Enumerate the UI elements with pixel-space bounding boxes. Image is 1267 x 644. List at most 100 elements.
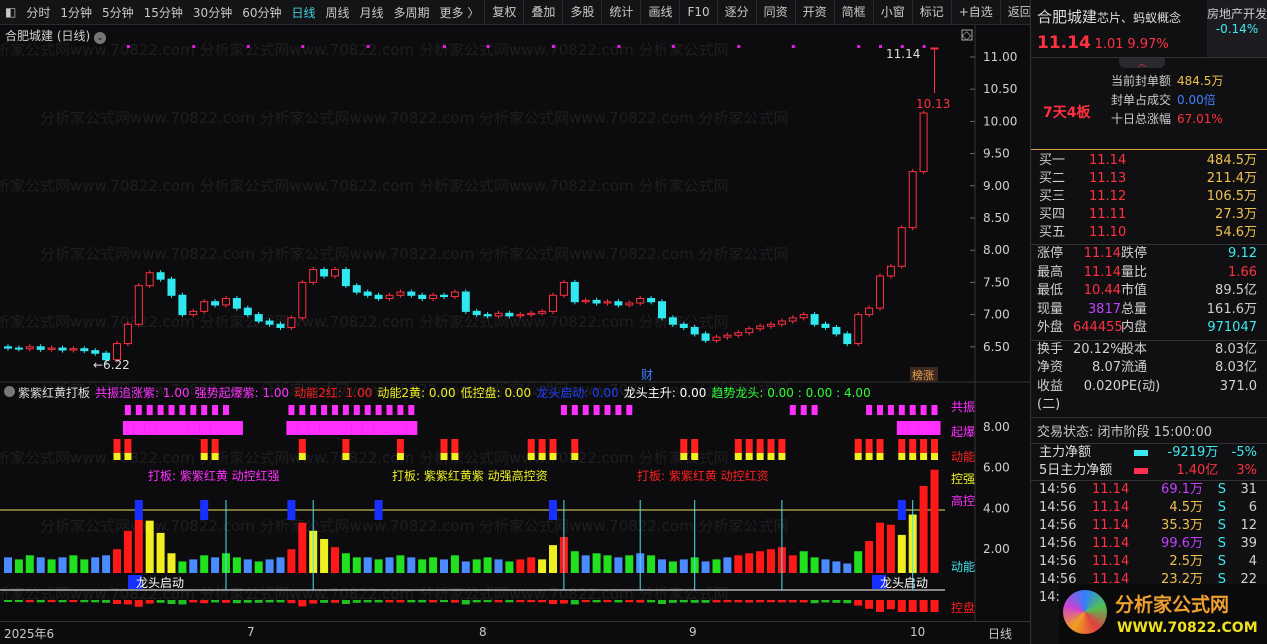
momentum-mark-yellow	[745, 453, 753, 460]
breakout-mark	[166, 421, 178, 435]
control-bar	[102, 600, 111, 603]
control-bar	[581, 600, 590, 603]
sidebar-toggle-icon[interactable]: ◧	[0, 5, 21, 19]
control-bar	[505, 600, 514, 603]
indicator-series-label: 起爆	[951, 425, 975, 439]
candle	[200, 299, 209, 314]
toolbar-button[interactable]: 叠加	[523, 0, 562, 25]
toolbar-button[interactable]: F10	[679, 0, 716, 25]
toolbar-button[interactable]: 多股	[562, 0, 601, 25]
momentum-mark-yellow	[898, 453, 906, 460]
capital-flow-row: 主力净额 -9219万 -5%	[1039, 444, 1257, 460]
energy-bar	[483, 557, 492, 573]
control-bar	[570, 600, 579, 605]
concept-tags[interactable]: 芯片、蚂蚁概念	[1097, 11, 1181, 25]
control-bar	[701, 600, 710, 603]
toolbar-button[interactable]: 简框	[833, 0, 873, 25]
resonance-mark	[332, 405, 338, 415]
control-bar	[919, 600, 928, 612]
seal-row: 当前封单额 484.5万	[1111, 74, 1224, 88]
toolbar-button[interactable]: 逐分	[716, 0, 756, 25]
resonance-mark	[299, 405, 306, 415]
control-bar	[516, 600, 525, 603]
finance-marker[interactable]: 财	[641, 368, 653, 382]
stat-value: 8.03亿	[1215, 341, 1257, 357]
resonance-mark	[887, 405, 894, 415]
period-tab[interactable]: 多周期	[389, 4, 435, 21]
indicator-legend-item: 强势起爆紫: 1.00	[194, 386, 290, 400]
period-tab[interactable]: 周线	[321, 4, 355, 21]
candle	[418, 292, 427, 302]
period-tab[interactable]: 分时	[21, 4, 55, 21]
control-bar	[429, 600, 438, 603]
bid-row: 买三 11.12 106.5万	[1039, 189, 1257, 204]
momentum-mark-yellow	[734, 453, 742, 460]
energy-bar	[418, 559, 427, 573]
control-bar	[276, 600, 285, 603]
toolbar-button[interactable]: 开资	[794, 0, 834, 25]
energy-bar	[287, 549, 296, 573]
resonance-mark	[353, 405, 360, 415]
momentum-mark	[898, 439, 906, 453]
toolbar-button[interactable]: 小窗	[872, 0, 912, 25]
candle	[614, 299, 623, 308]
period-tab[interactable]: 更多 〉	[435, 4, 485, 21]
control-bar	[679, 600, 688, 603]
control-bar	[254, 600, 263, 603]
period-tab[interactable]: 15分钟	[139, 4, 188, 21]
energy-bar	[331, 547, 339, 573]
price-tick: 7.00	[983, 308, 1010, 322]
price-tick: 9.50	[983, 147, 1010, 161]
period-tab[interactable]: 1分钟	[55, 4, 97, 21]
control-bar	[821, 600, 830, 603]
toolbar-button[interactable]: 标记	[911, 0, 951, 25]
trade-status: 交易状态: 闭市阶段 15:00:00	[1031, 418, 1267, 444]
period-label[interactable]: 日线	[988, 625, 1012, 642]
sector-badge[interactable]: 房地产开发 -0.14%	[1207, 0, 1267, 57]
seal-row: 封单占成交 0.00倍	[1111, 93, 1216, 107]
momentum-mark-yellow	[200, 453, 208, 460]
signal-dot	[301, 45, 305, 48]
control-bar	[25, 600, 34, 603]
period-tab[interactable]: 60分钟	[237, 4, 286, 21]
energy-bar	[298, 522, 307, 573]
period-tab[interactable]: 月线	[355, 4, 389, 21]
breakout-mark	[384, 421, 396, 435]
collapse-icon[interactable]: ︿	[1119, 58, 1165, 68]
energy-bar	[102, 555, 111, 573]
toolbar-button[interactable]: 复权	[484, 0, 523, 25]
stat-label: 总量	[1121, 301, 1148, 317]
chevron-down-icon[interactable]	[4, 386, 15, 397]
kline-chart[interactable]: 分析家公式网www.70822.com 分析家公式网www.70822.com …	[0, 25, 1030, 621]
period-tab[interactable]: 5分钟	[97, 4, 139, 21]
candle	[352, 283, 361, 295]
candle	[341, 266, 350, 289]
control-bar	[810, 600, 819, 604]
stat-value: 971047	[1207, 320, 1257, 335]
energy-bar	[897, 534, 906, 573]
breakout-mark	[122, 421, 134, 435]
energy-bar	[232, 557, 241, 573]
toolbar-button[interactable]: 同资	[755, 0, 795, 25]
momentum-mark-yellow	[931, 453, 938, 460]
period-tab[interactable]: 30分钟	[188, 4, 237, 21]
candle	[919, 110, 928, 175]
energy-bar	[363, 557, 372, 573]
candle	[91, 348, 100, 356]
indicator-name[interactable]: 紫紫红黄打板	[18, 386, 90, 400]
control-bar	[854, 600, 863, 606]
resonance-mark	[157, 405, 164, 415]
candle	[232, 295, 241, 311]
watermark: 分析家公式网www.70822.com 分析家公式网www.70822.com …	[0, 313, 728, 331]
control-bar	[723, 600, 732, 603]
energy-bar	[58, 557, 67, 573]
toolbar-button[interactable]: 画线	[640, 0, 679, 25]
energy-bar	[461, 561, 470, 573]
candle	[123, 321, 132, 347]
toolbar-button[interactable]: 统计	[601, 0, 640, 25]
period-tab[interactable]: 日线	[286, 4, 320, 21]
control-bar	[200, 600, 209, 604]
ranking-badge[interactable]: 榜涨	[912, 368, 934, 382]
breakout-mark	[351, 421, 363, 435]
toolbar-button[interactable]: +自选	[950, 0, 1000, 25]
